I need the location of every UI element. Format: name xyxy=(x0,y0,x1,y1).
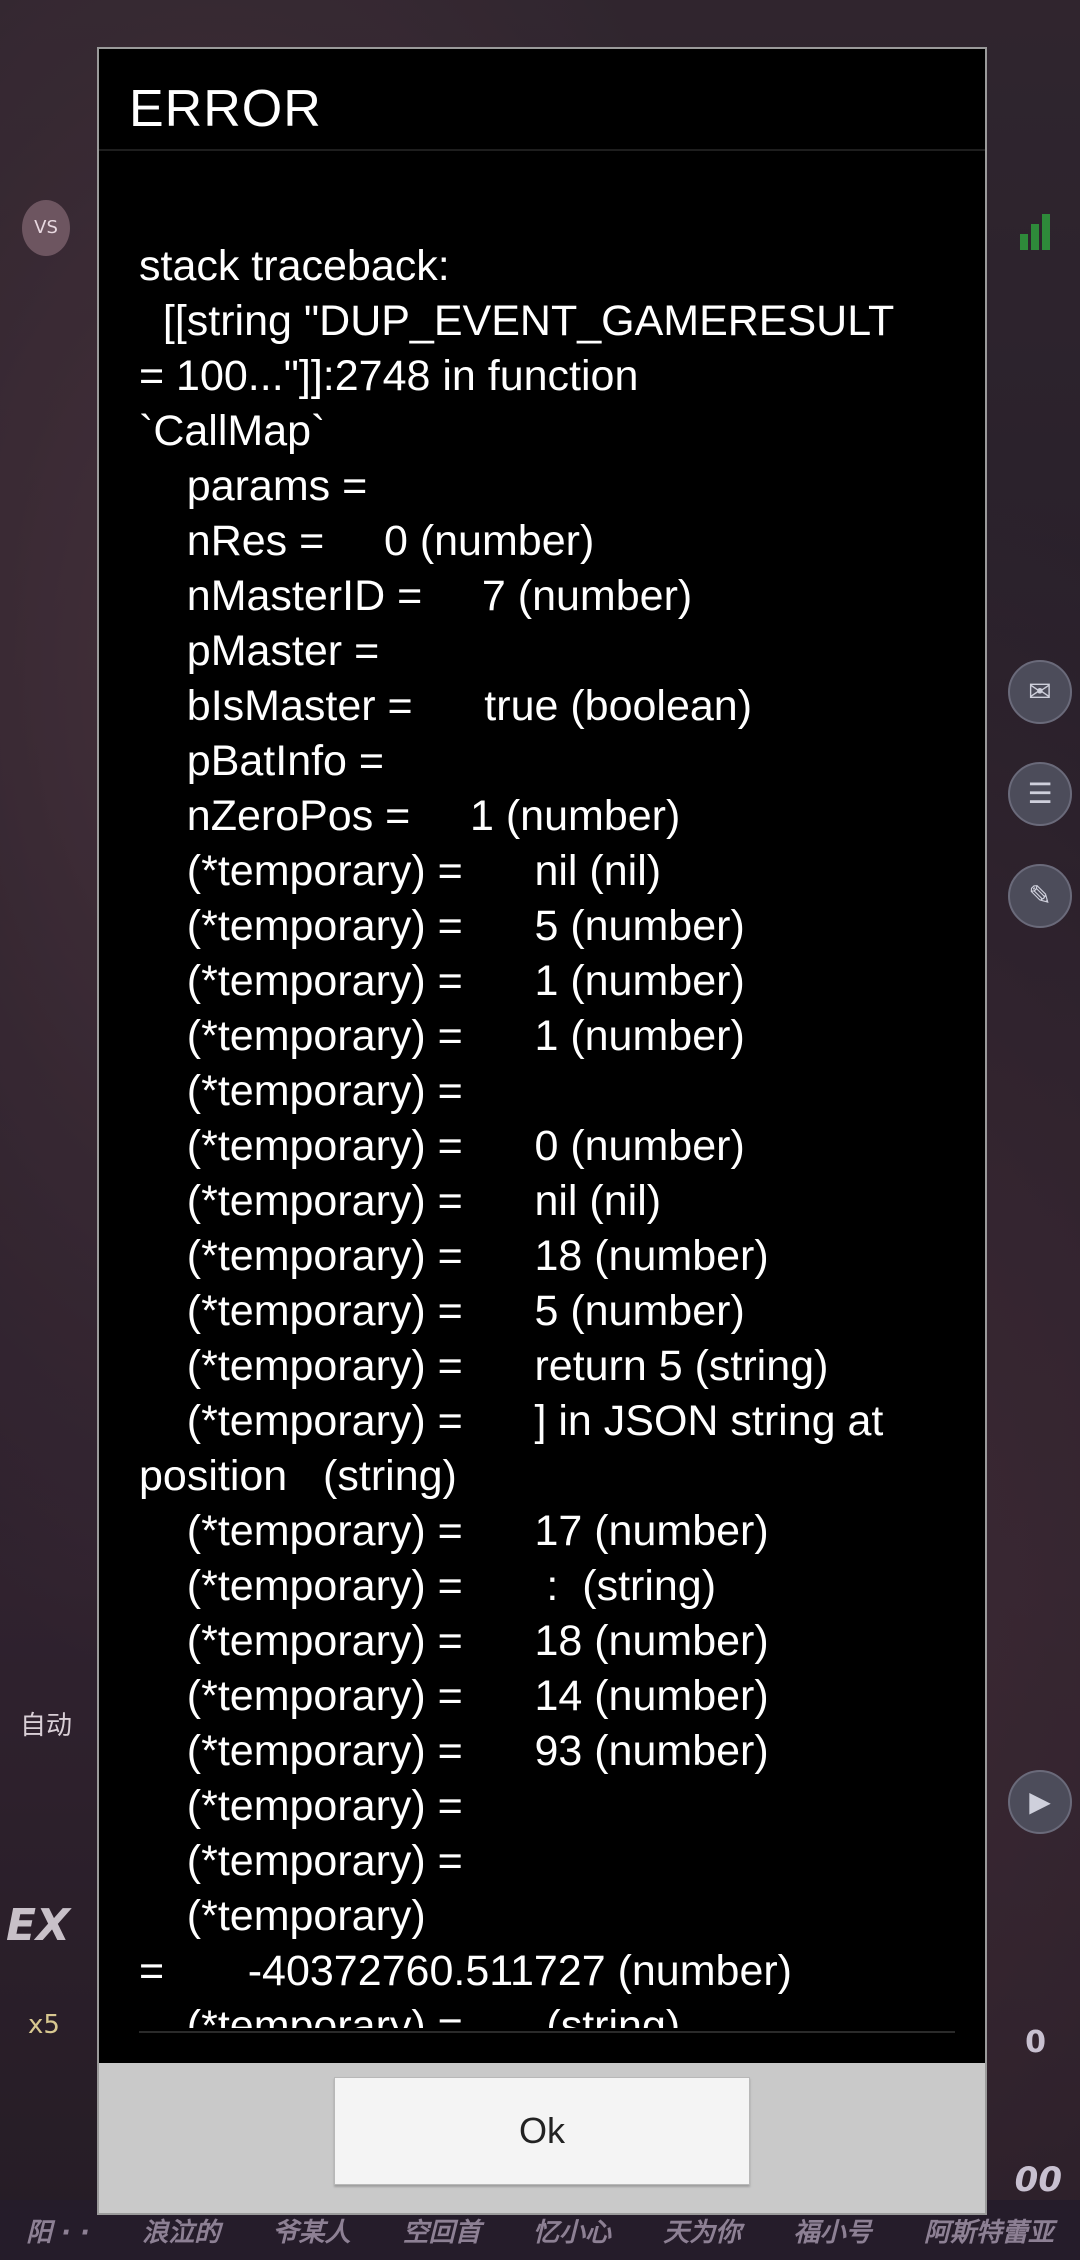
dialog-title-bar: ERROR xyxy=(99,49,985,151)
coin-count: x5 xyxy=(28,2010,60,2040)
trace-line: (*temporary) = 93 (number) xyxy=(139,1727,769,1775)
player-name: 空回首 xyxy=(402,2217,481,2248)
trace-line: (*temporary) = 5 (number) xyxy=(139,902,745,950)
trace-line: (*temporary) = xyxy=(139,1782,463,1830)
trace-line: (*temporary) = return 5 (string) xyxy=(139,1342,829,1390)
player-name: 福小号 xyxy=(793,2217,872,2248)
chat-icon: ✉ xyxy=(1008,660,1072,724)
player-name: 天为你 xyxy=(663,2217,742,2248)
right-counter: 0 xyxy=(1025,2025,1046,2060)
vs-icon: VS xyxy=(22,200,70,256)
player-name: 浪泣的 xyxy=(142,2217,221,2248)
trace-line: (*temporary) = 1 (number) xyxy=(139,1012,745,1060)
dialog-title: ERROR xyxy=(129,80,322,138)
signal-icon xyxy=(1020,214,1050,250)
trace-line: (*temporary) = (string) xyxy=(139,2002,681,2028)
player-name: 阿斯特蕾亚 xyxy=(923,2217,1054,2248)
player-name: 忆小心 xyxy=(533,2217,612,2248)
ex-badge: EX xyxy=(6,1900,70,1951)
stack-trace-scroll-area[interactable]: stack traceback: [[string "DUP_EVENT_GAM… xyxy=(139,239,949,2028)
trace-line: nRes = 0 (number) xyxy=(139,517,595,565)
trace-line: = -40372760.511727 (number) xyxy=(139,1947,792,1995)
ok-button[interactable]: Ok xyxy=(334,2077,750,2185)
trace-line: (*temporary) = 14 (number) xyxy=(139,1672,769,1720)
trace-line: (*temporary) = 18 (number) xyxy=(139,1617,769,1665)
edit-icon: ✎ xyxy=(1008,864,1072,928)
trace-line: (*temporary) = 17 (number) xyxy=(139,1507,769,1555)
trace-line: (*temporary) = : (string) xyxy=(139,1562,717,1610)
trace-line: (*temporary) = 5 (number) xyxy=(139,1287,745,1335)
player-name: 阳 · · xyxy=(26,2217,90,2248)
trace-line: (*temporary) = ] in JSON string at xyxy=(139,1397,884,1445)
right-score: 00 xyxy=(1014,2160,1062,2200)
auto-label: 自动 xyxy=(20,1711,73,1741)
trace-line: nZeroPos = 1 (number) xyxy=(139,792,681,840)
trace-line: (*temporary) xyxy=(139,1892,426,1940)
trace-line: = 100..."]]:2748 in function xyxy=(139,352,639,400)
trace-line: pMaster = xyxy=(139,627,380,675)
trace-line: (*temporary) = xyxy=(139,1837,463,1885)
dialog-footer: Ok xyxy=(99,2063,985,2213)
trace-line: (*temporary) = nil (nil) xyxy=(139,1177,662,1225)
trace-line: `CallMap` xyxy=(139,407,326,455)
trace-line: params = xyxy=(139,462,368,510)
trace-line: pBatInfo = xyxy=(139,737,385,785)
trace-line: nMasterID = 7 (number) xyxy=(139,572,693,620)
trace-line: (*temporary) = 0 (number) xyxy=(139,1122,745,1170)
trace-line: (*temporary) = 18 (number) xyxy=(139,1232,769,1280)
replay-icon: ▶ xyxy=(1008,1770,1072,1834)
player-name: 爷某人 xyxy=(272,2217,351,2248)
body-divider xyxy=(139,2031,955,2033)
trace-line: (*temporary) = xyxy=(139,1067,463,1115)
trace-line: bIsMaster = true (boolean) xyxy=(139,682,753,730)
trace-line: (*temporary) = 1 (number) xyxy=(139,957,745,1005)
player-list-icon: ☰ xyxy=(1008,762,1072,826)
trace-line: stack traceback: xyxy=(139,242,450,290)
trace-line: (*temporary) = nil (nil) xyxy=(139,847,662,895)
trace-line: [[string "DUP_EVENT_GAMERESULT xyxy=(139,297,895,345)
trace-line: position (string) xyxy=(139,1452,457,1500)
error-dialog: ERROR stack traceback: [[string "DUP_EVE… xyxy=(97,47,987,2215)
